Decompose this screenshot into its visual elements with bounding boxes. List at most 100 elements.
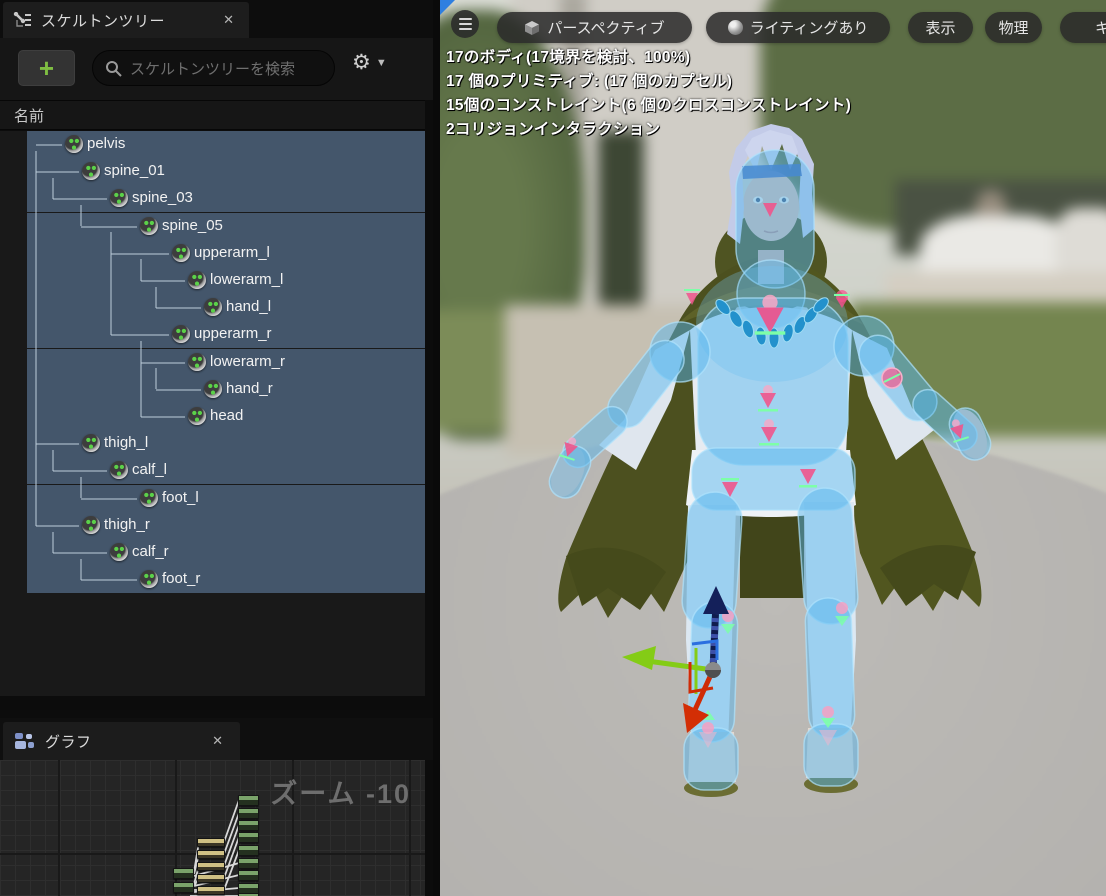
bone-label: calf_r bbox=[132, 543, 169, 560]
graph-node[interactable] bbox=[197, 874, 225, 883]
tree-connector bbox=[80, 559, 82, 580]
graph-node[interactable] bbox=[238, 795, 259, 806]
close-icon[interactable]: ✕ bbox=[207, 731, 228, 751]
tree-connector bbox=[141, 280, 185, 282]
bone-label: thigh_r bbox=[104, 515, 150, 533]
physics-body-icon bbox=[140, 216, 158, 235]
physics-body-icon bbox=[110, 543, 128, 561]
tree-row-hand_r[interactable]: hand_r bbox=[27, 375, 425, 403]
add-body-button[interactable]: + bbox=[18, 50, 75, 86]
bone-label: upperarm_l bbox=[194, 243, 270, 261]
tree-row-lowerarm_l[interactable]: lowerarm_l bbox=[27, 267, 425, 294]
physics-label: 物理 bbox=[998, 20, 1029, 37]
tree-connector bbox=[111, 334, 169, 337]
tree-connector bbox=[156, 307, 201, 310]
tree-row-calf_r[interactable]: calf_r bbox=[27, 539, 425, 566]
bone-label: spine_01 bbox=[104, 162, 165, 180]
column-header-name: 名前 bbox=[14, 107, 45, 125]
graph-node[interactable] bbox=[173, 868, 194, 879]
tab-graph[interactable]: グラフ ✕ bbox=[3, 722, 240, 760]
tree-connector bbox=[53, 470, 107, 473]
tree-row-upperarm_l[interactable]: upperarm_l bbox=[27, 239, 425, 267]
search-input[interactable]: スケルトンツリーを検索 bbox=[92, 50, 335, 86]
tab-label: グラフ bbox=[45, 733, 92, 751]
viewport-menu-button[interactable] bbox=[451, 10, 479, 38]
cube-icon bbox=[525, 20, 540, 35]
graph-node[interactable] bbox=[197, 850, 225, 859]
tree-connector bbox=[140, 259, 142, 281]
tree-row-hand_l[interactable]: hand_l bbox=[27, 294, 425, 322]
close-icon[interactable]: ✕ bbox=[218, 10, 239, 30]
perspective-button[interactable]: パースペクティブ bbox=[497, 12, 692, 43]
physics-body-icon bbox=[65, 135, 83, 153]
panel-splitter[interactable] bbox=[0, 696, 433, 718]
graph-node[interactable] bbox=[238, 832, 259, 843]
tree-column-header[interactable]: 名前 bbox=[0, 100, 425, 130]
tab-skeleton-tree[interactable]: スケルトンツリー ✕ bbox=[3, 2, 249, 38]
graph-node[interactable] bbox=[238, 845, 259, 856]
bone-label: calf_l bbox=[132, 461, 168, 479]
tree-connector bbox=[52, 450, 54, 471]
tab-label: スケルトンツリー bbox=[41, 12, 166, 30]
bone-label: lowerarm_r bbox=[210, 352, 286, 370]
tree-connector bbox=[36, 171, 79, 174]
physics-button[interactable]: 物理 bbox=[985, 12, 1042, 43]
search-icon bbox=[106, 60, 122, 77]
tree-row-lowerarm_r[interactable]: lowerarm_r bbox=[27, 348, 425, 376]
tree-connector bbox=[110, 232, 112, 335]
tree-connector bbox=[140, 341, 142, 417]
tree-row-head[interactable]: head bbox=[27, 403, 425, 430]
bone-label: hand_r bbox=[226, 379, 273, 397]
constraint-graph-canvas[interactable]: ズーム -10 bbox=[0, 760, 425, 896]
tree-connector bbox=[141, 416, 185, 418]
show-label: 表示 bbox=[925, 20, 956, 37]
tree-row-pelvis[interactable]: pelvis bbox=[27, 131, 425, 158]
tree-row-thigh_l[interactable]: thigh_l bbox=[27, 430, 425, 458]
graph-node[interactable] bbox=[173, 882, 194, 893]
graph-node[interactable] bbox=[197, 862, 225, 871]
tree-row-spine_03[interactable]: spine_03 bbox=[27, 185, 425, 213]
tree-row-calf_l[interactable]: calf_l bbox=[27, 457, 425, 485]
search-placeholder: スケルトンツリーを検索 bbox=[130, 60, 296, 78]
skeleton-tree-panel: スケルトンツリー ✕ + スケルトンツリーを検索 ⚙ ▼ 名前 pelvis sp… bbox=[0, 0, 433, 896]
tree-settings-button[interactable]: ⚙ ▼ bbox=[352, 52, 387, 73]
skeleton-toolbar: + スケルトンツリーを検索 ⚙ ▼ bbox=[0, 38, 433, 100]
tree-row-foot_r[interactable]: foot_r bbox=[27, 566, 425, 594]
graph-node[interactable] bbox=[238, 870, 259, 881]
character-button[interactable]: キャ bbox=[1060, 12, 1106, 43]
graph-node[interactable] bbox=[197, 886, 225, 895]
viewport-3d[interactable]: パースペクティブ ライティングあり 表示 物理 キャ 17のボディ(17境界を検… bbox=[440, 0, 1106, 896]
tree-connector bbox=[156, 388, 201, 391]
tree-connector bbox=[81, 497, 137, 500]
tree-connector bbox=[141, 361, 185, 364]
tree-connector bbox=[81, 225, 137, 228]
tree-connector bbox=[36, 524, 79, 527]
tree-connector bbox=[80, 477, 82, 498]
graph-node[interactable] bbox=[238, 808, 259, 819]
tree-connector bbox=[111, 252, 169, 255]
physics-body-icon bbox=[110, 461, 128, 480]
stats-collisions: 2コリジョンインタラクション bbox=[446, 121, 661, 138]
graph-node[interactable] bbox=[238, 858, 259, 869]
graph-node[interactable] bbox=[238, 820, 259, 831]
show-button[interactable]: 表示 bbox=[908, 12, 973, 43]
physics-body-icon bbox=[82, 434, 100, 453]
bone-label: spine_03 bbox=[132, 189, 193, 207]
graph-tab-strip: グラフ ✕ bbox=[0, 718, 433, 760]
tree-row-thigh_r[interactable]: thigh_r bbox=[27, 511, 425, 539]
tree-connector bbox=[36, 144, 62, 146]
lit-mode-button[interactable]: ライティングあり bbox=[706, 12, 890, 43]
tree-connector bbox=[36, 443, 79, 446]
graph-node[interactable] bbox=[197, 838, 225, 847]
physics-body-icon bbox=[140, 488, 158, 507]
tree-row-upperarm_r[interactable]: upperarm_r bbox=[27, 321, 425, 349]
skeleton-tree[interactable]: pelvis spine_01 spine_03 spine_05 upperarm_l… bbox=[0, 131, 425, 696]
tree-connector bbox=[80, 205, 82, 226]
physics-body-icon bbox=[82, 515, 100, 534]
tree-row-spine_01[interactable]: spine_01 bbox=[27, 158, 425, 186]
tree-connector bbox=[35, 151, 37, 526]
tree-row-spine_05[interactable]: spine_05 bbox=[27, 212, 425, 240]
tree-row-foot_l[interactable]: foot_l bbox=[27, 484, 425, 512]
character-label: キャ bbox=[1094, 20, 1106, 37]
tree-connector bbox=[81, 579, 137, 582]
